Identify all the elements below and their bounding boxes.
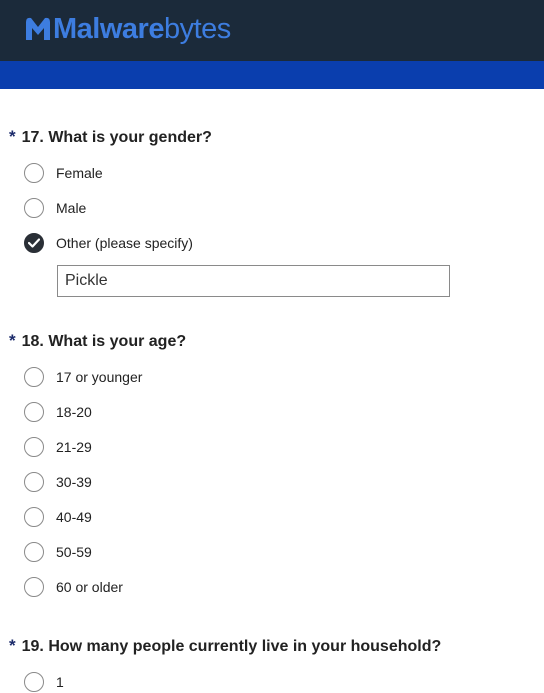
radio-female[interactable] <box>24 163 44 183</box>
brand-wordmark: Malwarebytes <box>53 14 231 44</box>
radio-17-or-younger[interactable] <box>24 367 44 387</box>
question-18-label: 18. What is your age? <box>21 333 187 350</box>
option-label: 21-29 <box>56 439 92 455</box>
checkmark-icon <box>28 238 40 248</box>
radio-household-1[interactable] <box>24 672 44 692</box>
option-17-or-younger[interactable]: 17 or younger <box>24 366 142 388</box>
malwarebytes-m-icon <box>26 17 50 40</box>
option-18-20[interactable]: 18-20 <box>24 401 92 423</box>
option-other[interactable]: Other (please specify) <box>24 232 193 254</box>
option-label: 40-49 <box>56 509 92 525</box>
option-60-or-older[interactable]: 60 or older <box>24 576 123 598</box>
option-label: 1 <box>56 674 64 690</box>
required-asterisk: * <box>9 636 16 655</box>
option-male[interactable]: Male <box>24 197 86 219</box>
option-label: 30-39 <box>56 474 92 490</box>
radio-male[interactable] <box>24 198 44 218</box>
question-19-label: 19. How many people currently live in yo… <box>21 638 442 655</box>
option-label: 18-20 <box>56 404 92 420</box>
radio-18-20[interactable] <box>24 402 44 422</box>
malwarebytes-logo[interactable]: Malwarebytes <box>24 12 231 46</box>
required-asterisk: * <box>9 331 16 350</box>
radio-60-or-older[interactable] <box>24 577 44 597</box>
brand-bold-text: Malware <box>53 13 164 45</box>
option-label: 60 or older <box>56 579 123 595</box>
radio-21-29[interactable] <box>24 437 44 457</box>
question-19-title: * 19. How many people currently live in y… <box>9 636 441 656</box>
option-female[interactable]: Female <box>24 162 103 184</box>
radio-30-39[interactable] <box>24 472 44 492</box>
question-17-title: * 17. What is your gender? <box>9 127 212 147</box>
radio-50-59[interactable] <box>24 542 44 562</box>
radio-other-checked[interactable] <box>24 233 44 253</box>
option-label: Female <box>56 165 103 181</box>
question-17-label: 17. What is your gender? <box>21 129 212 146</box>
option-label: Other (please specify) <box>56 235 193 251</box>
other-specify-input[interactable] <box>57 265 450 297</box>
header-bar: Malwarebytes <box>0 0 544 61</box>
required-asterisk: * <box>9 127 16 146</box>
option-label: Male <box>56 200 87 216</box>
option-30-39[interactable]: 30-39 <box>24 471 92 493</box>
header-accent-bar <box>0 61 544 89</box>
option-household-1[interactable]: 1 <box>24 671 64 693</box>
option-50-59[interactable]: 50-59 <box>24 541 92 563</box>
radio-40-49[interactable] <box>24 507 44 527</box>
option-40-49[interactable]: 40-49 <box>24 506 92 528</box>
option-21-29[interactable]: 21-29 <box>24 436 92 458</box>
brand-light-text: bytes <box>163 13 231 45</box>
question-18-title: * 18. What is your age? <box>9 331 186 351</box>
option-label: 17 or younger <box>56 369 143 385</box>
option-label: 50-59 <box>56 544 92 560</box>
